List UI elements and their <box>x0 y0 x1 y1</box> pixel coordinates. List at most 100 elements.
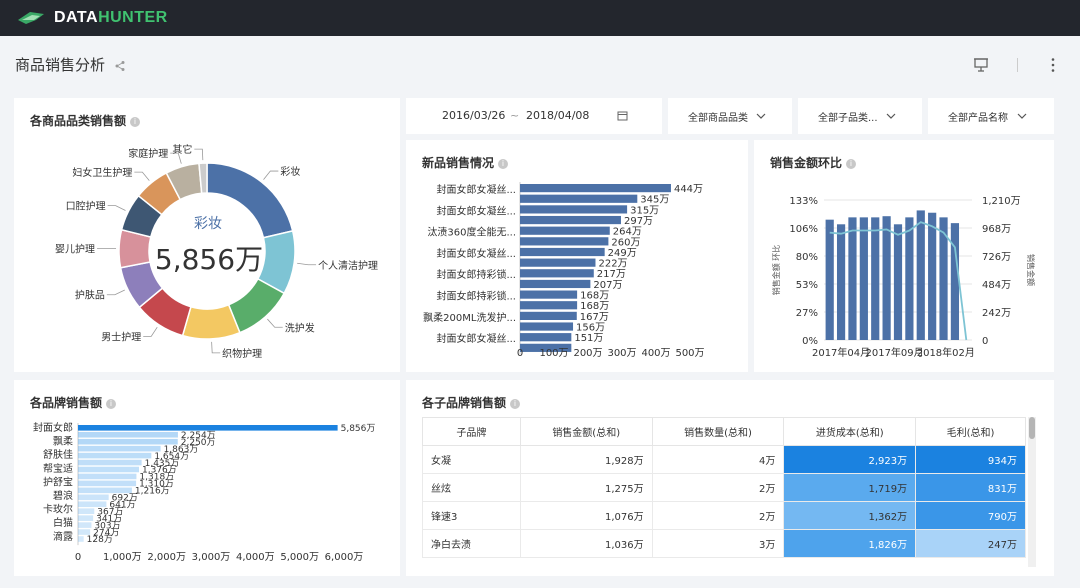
table-scrollbar[interactable] <box>1028 417 1036 567</box>
column-header[interactable]: 毛利(总和) <box>915 417 1026 446</box>
column-header[interactable]: 销售金额(总和) <box>519 417 653 446</box>
bar <box>520 322 574 331</box>
donut-slice-label: 个人清洁护理 <box>318 259 378 272</box>
table-row[interactable]: 女凝 1,928万 4万 2,923万 934万 <box>422 445 1026 474</box>
subbrand-sales-card: 各子品牌销售额 i 子品牌 销售金额(总和) 销售数量(总和) 进货成本(总和) … <box>406 380 1054 576</box>
bar <box>78 459 142 466</box>
donut-slice-label: 护肤品 <box>75 289 105 302</box>
bar <box>78 522 92 528</box>
category-select-value: 全部商品品类 <box>688 113 748 124</box>
x-tick-label: 1,000万 <box>103 552 142 563</box>
brand-shape-icon <box>18 12 44 24</box>
column-header[interactable]: 进货成本(总和) <box>783 417 917 446</box>
y-left-tick-label: 106% <box>789 224 818 235</box>
donut-leader-line <box>267 318 283 328</box>
date-start[interactable]: 2016/03/26 <box>442 109 505 122</box>
scrollbar-thumb[interactable] <box>1029 417 1035 439</box>
y-right-axis-title: 销售金额 <box>1026 254 1036 286</box>
bar-data-label: 207万 <box>593 280 622 291</box>
product-select-value: 全部产品名称 <box>948 113 1008 124</box>
info-icon[interactable]: i <box>510 399 521 409</box>
bar <box>916 210 925 340</box>
logo-text: DATAHUNTER <box>54 9 168 26</box>
subbrand-name-cell: 女凝 <box>422 445 521 474</box>
category-tick-label: 封面女郎 <box>33 421 73 434</box>
bar <box>520 279 591 289</box>
bar <box>78 445 161 452</box>
date-end[interactable]: 2018/04/08 <box>526 109 589 122</box>
bar-data-label: 168万 <box>580 291 609 302</box>
more-vertical-icon[interactable] <box>1050 57 1056 73</box>
bar <box>520 194 638 203</box>
category-tick-label: 卡玫尔 <box>43 503 73 516</box>
presentation-icon[interactable] <box>973 57 989 73</box>
sales-cell: 1,036万 <box>519 529 653 558</box>
top-bar: DATAHUNTER <box>0 0 1080 36</box>
chevron-down-icon <box>756 113 766 119</box>
date-range-filter[interactable]: 2016/03/26 ~ 2018/04/08 <box>406 98 662 134</box>
profit-cell: 247万 <box>915 529 1026 558</box>
brand-sales-card: 各品牌销售额 i 5,856万 2,254万 2,250万 1,863万 1,654万 1,… <box>14 380 400 576</box>
bar <box>882 216 891 340</box>
bar <box>78 452 152 459</box>
date-separator: ~ <box>510 109 520 122</box>
donut-leader-line <box>106 289 125 296</box>
quantity-cell: 2万 <box>651 473 785 502</box>
x-tick-label: 2018年02月 <box>917 346 975 359</box>
bar <box>836 224 846 340</box>
column-header[interactable]: 销售数量(总和) <box>651 417 785 446</box>
y-right-tick-label: 1,210万 <box>982 196 1021 207</box>
sales-cell: 1,928万 <box>519 445 653 474</box>
bar <box>825 219 834 340</box>
y-right-tick-label: 726万 <box>982 252 1011 263</box>
bar-data-label: 217万 <box>597 269 626 280</box>
logo[interactable]: DATAHUNTER <box>16 8 168 28</box>
sales-ratio-combo-chart: 133% 1,210万 106% 968万 80% 726万 53% 484万 27% 242万 0… <box>771 196 1036 359</box>
table-row[interactable]: 丝炫 1,275万 2万 1,719万 831万 <box>422 473 1026 502</box>
bar <box>78 425 338 431</box>
calendar-icon[interactable] <box>617 110 628 121</box>
category-select[interactable]: 全部商品品类 <box>668 98 792 134</box>
y-right-tick-label: 242万 <box>982 308 1011 319</box>
table-row[interactable]: 净白去渍 1,036万 3万 1,826万 247万 <box>422 529 1026 558</box>
bar-data-label: 249万 <box>608 248 637 259</box>
bar <box>520 311 577 320</box>
card-title: 各子品牌销售额 i <box>422 394 521 411</box>
bar <box>520 226 610 235</box>
donut-slice-label: 男士护理 <box>101 330 141 343</box>
bar <box>520 301 578 310</box>
category-tick-label: 封面女郎女凝丝... <box>436 204 516 217</box>
new-product-sales-card: 新品销售情况 i 444万 封面女郎女凝丝... 345万 315万 封面女郎女凝丝...… <box>406 140 748 372</box>
bar <box>78 473 137 480</box>
donut-leader-line <box>211 341 221 354</box>
subcategory-select[interactable]: 全部子品类... <box>798 98 922 134</box>
x-tick-label: 100万 <box>539 348 568 359</box>
product-select[interactable]: 全部产品名称 <box>928 98 1054 134</box>
subbrand-table: 子品牌 销售金额(总和) 销售数量(总和) 进货成本(总和) 毛利(总和) 女凝… <box>422 417 1026 558</box>
bar-data-label: 151万 <box>574 333 603 344</box>
donut-slice-label: 织物护理 <box>222 347 262 360</box>
y-left-tick-label: 80% <box>796 252 818 263</box>
donut-leader-line <box>297 262 317 266</box>
table-row[interactable]: 锋速3 1,076万 2万 1,362万 790万 <box>422 501 1026 530</box>
x-tick-label: 500万 <box>675 348 704 359</box>
bar <box>520 184 671 193</box>
bar <box>893 224 903 340</box>
quantity-cell: 2万 <box>651 501 785 530</box>
bar <box>520 333 572 342</box>
donut-leader-line <box>194 148 204 161</box>
category-tick-label: 飘柔200ML洗发护... <box>423 311 516 324</box>
category-tick-label: 封面女郎持彩锁... <box>436 268 516 281</box>
donut-slice-label: 口腔护理 <box>66 200 106 213</box>
x-tick-label: 4,000万 <box>236 552 275 563</box>
bar <box>848 217 857 340</box>
category-tick-label: 滴露 <box>53 530 73 543</box>
bar <box>78 494 109 501</box>
share-icon[interactable] <box>114 60 126 72</box>
y-left-tick-label: 27% <box>796 308 818 319</box>
y-left-tick-label: 0% <box>802 336 818 347</box>
quantity-cell: 4万 <box>651 445 785 474</box>
bar-data-label: 315万 <box>630 205 659 216</box>
column-header[interactable]: 子品牌 <box>422 417 521 446</box>
bar <box>78 466 140 473</box>
